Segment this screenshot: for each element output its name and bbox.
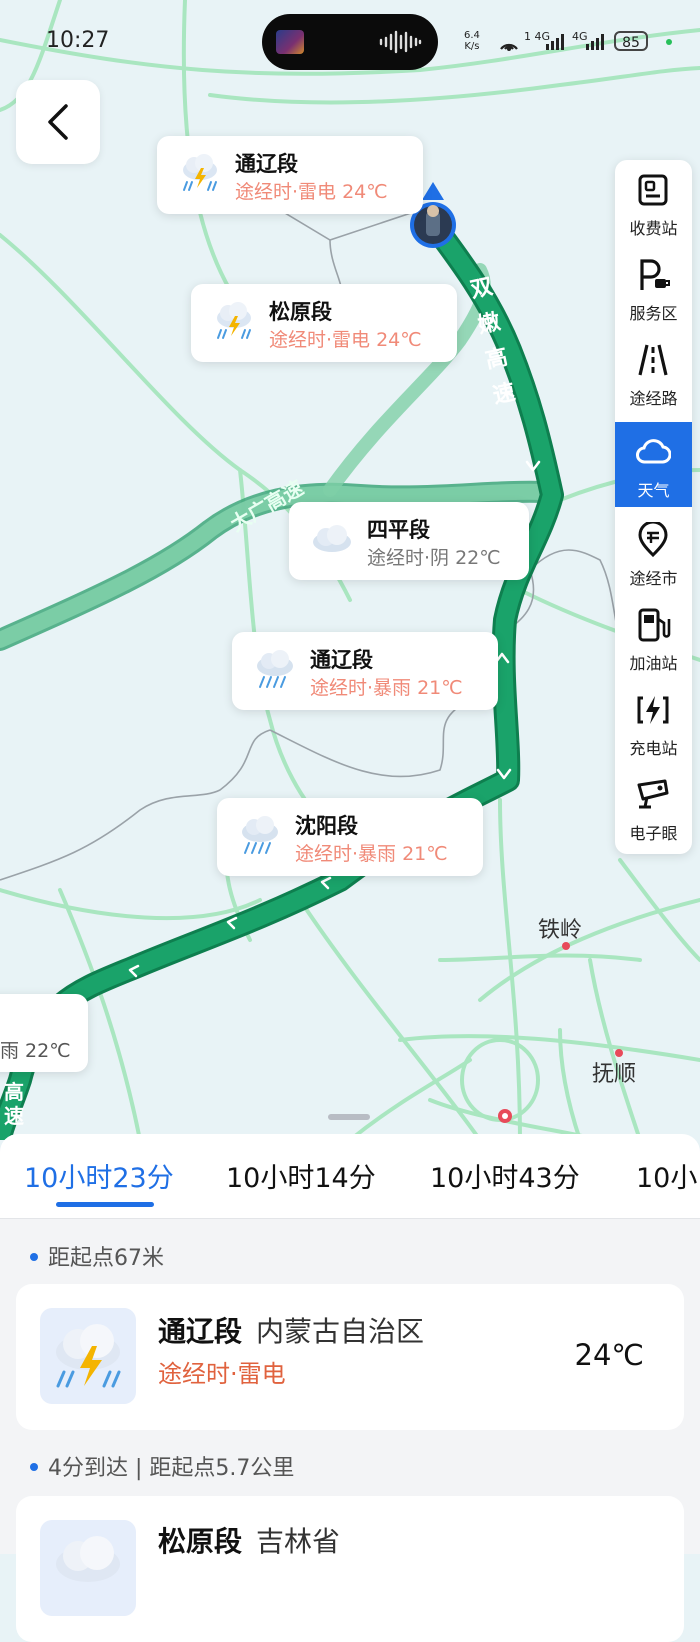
segment-distance-meta: 4分到达 | 距起点5.7公里: [30, 1450, 294, 1482]
weather-icon: [40, 1520, 136, 1616]
signal-strength-2-icon: [586, 34, 604, 50]
sidebar-item-weather[interactable]: 天气: [615, 422, 692, 507]
toll-station-icon: [638, 174, 668, 206]
weather-callout[interactable]: 四平段 途经时·阴 22℃: [289, 502, 529, 580]
callout-weather-desc: 途经时·暴雨 21℃: [295, 843, 448, 865]
weather-callout[interactable]: 通辽段 途经时·暴雨 21℃: [232, 632, 498, 710]
segment-name: 松原段 吉林省: [158, 1525, 341, 1558]
segment-region: 吉林省: [256, 1525, 341, 1558]
back-button[interactable]: [16, 80, 100, 164]
timeline-dot: [30, 1253, 38, 1261]
cloudy-icon: [313, 525, 351, 552]
dynamic-island[interactable]: [262, 14, 438, 70]
sidebar-item-label: 服务区: [629, 304, 678, 323]
segment-weather-desc: 途经时·雷电: [158, 1360, 286, 1388]
callout-segment-name: 通辽段: [310, 648, 373, 672]
weather-callout[interactable]: 松原段 途经时·雷电 24℃: [191, 284, 457, 362]
city-label-tieling: 铁岭: [538, 918, 583, 943]
sidebar-item-charging-station[interactable]: 充电站: [615, 680, 692, 765]
chevron-left-icon: [48, 104, 68, 140]
service-area-icon: [640, 259, 670, 290]
status-time: 10:27: [46, 28, 110, 53]
road-icon: [638, 344, 668, 376]
segment-distance-meta: 距起点67米: [30, 1240, 164, 1272]
thunderstorm-icon: [217, 302, 251, 339]
tab-route-2[interactable]: 10小时14分: [226, 1156, 376, 1195]
charging-station-icon: [637, 696, 669, 724]
heavy-rain-icon: [242, 816, 278, 854]
sidebar-item-label: 途经市: [629, 569, 678, 588]
callout-weather-desc: 途经时·雷电 24℃: [235, 181, 388, 203]
sidebar-item-label: 加油站: [629, 654, 678, 673]
audio-waveform-icon: [379, 30, 422, 54]
weather-segment-card[interactable]: 通辽段 内蒙古自治区 途经时·雷电 24℃: [16, 1284, 684, 1430]
weather-segment-card[interactable]: 松原段 吉林省: [16, 1496, 684, 1642]
album-art-icon: [276, 30, 304, 54]
city-label-fushun: 抚顺: [592, 1062, 637, 1087]
road-label-bottom: 高速: [4, 1080, 24, 1128]
heavy-rain-icon: [257, 650, 293, 688]
tab-route-1[interactable]: 10小时23分: [24, 1156, 174, 1195]
hotspot-icon: [500, 43, 518, 51]
weather-callout[interactable]: 沈阳段 途经时·暴雨 21℃: [217, 798, 483, 876]
callout-segment-name: 通辽段: [235, 152, 298, 176]
battery-status-dot: [666, 39, 672, 45]
callout-weather-desc: 途经时·暴雨 21℃: [310, 677, 463, 699]
tab-route-3[interactable]: 10小时43分: [430, 1156, 580, 1195]
sidebar-item-toll-station[interactable]: 收费站: [615, 160, 692, 245]
sidebar-item-label: 收费站: [629, 219, 678, 238]
weather-cloud-icon: [636, 439, 671, 464]
callout-segment-name: 四平段: [367, 518, 430, 542]
callout-weather-desc: 雨 22℃: [0, 1040, 71, 1062]
sheet-drag-handle[interactable]: [328, 1114, 370, 1120]
sidebar-item-service-area[interactable]: 服务区: [615, 245, 692, 330]
speed-camera-icon: [637, 779, 669, 809]
weather-sheet: 10小时23分 10小时14分 10小时43分 10小 距起点67米 通辽段 内蒙…: [0, 1134, 700, 1642]
segment-region: 内蒙古自治区: [256, 1315, 425, 1348]
status-bar: 10:27 6.4 K/s 1 4G 4G 85: [0, 0, 700, 80]
callout-weather-desc: 途经时·雷电 24℃: [269, 329, 422, 351]
segment-temperature: 24℃: [574, 1338, 644, 1372]
thunderstorm-icon: [183, 154, 217, 191]
sidebar-item-label: 途经路: [629, 389, 678, 408]
weather-callout-partial[interactable]: 雨 22℃: [0, 994, 88, 1072]
tab-route-4[interactable]: 10小: [636, 1156, 697, 1195]
city-pin-icon: [638, 522, 668, 558]
sidebar-item-gas-station[interactable]: 加油站: [615, 595, 692, 680]
poi-sidebar: 收费站 服务区 途经路 天气 途经市 加油站 充电站 电子眼: [615, 160, 692, 854]
sidebar-item-roads[interactable]: 途经路: [615, 330, 692, 415]
callout-segment-name: 松原段: [269, 300, 332, 324]
sidebar-item-speed-camera[interactable]: 电子眼: [615, 765, 692, 850]
battery-indicator: 85: [614, 31, 648, 51]
weather-callout[interactable]: 通辽段 途经时·雷电 24℃: [157, 136, 423, 214]
callout-segment-name: 沈阳段: [295, 814, 358, 838]
sidebar-item-label: 天气: [637, 481, 670, 500]
sidebar-item-label: 充电站: [629, 739, 678, 758]
callout-weather-desc: 途经时·阴 22℃: [367, 547, 501, 569]
thunderstorm-icon: [40, 1308, 136, 1404]
segment-name: 通辽段 内蒙古自治区: [158, 1315, 425, 1348]
network-speed: 6.4 K/s: [464, 30, 480, 52]
signal-strength-icon: [546, 34, 564, 50]
timeline-dot: [30, 1463, 38, 1471]
sidebar-item-label: 电子眼: [629, 824, 678, 843]
sidebar-item-cities[interactable]: 途经市: [615, 510, 692, 595]
gas-station-icon: [638, 608, 671, 642]
route-tabs: 10小时23分 10小时14分 10小时43分 10小: [0, 1134, 700, 1219]
tab-active-indicator: [56, 1202, 154, 1207]
